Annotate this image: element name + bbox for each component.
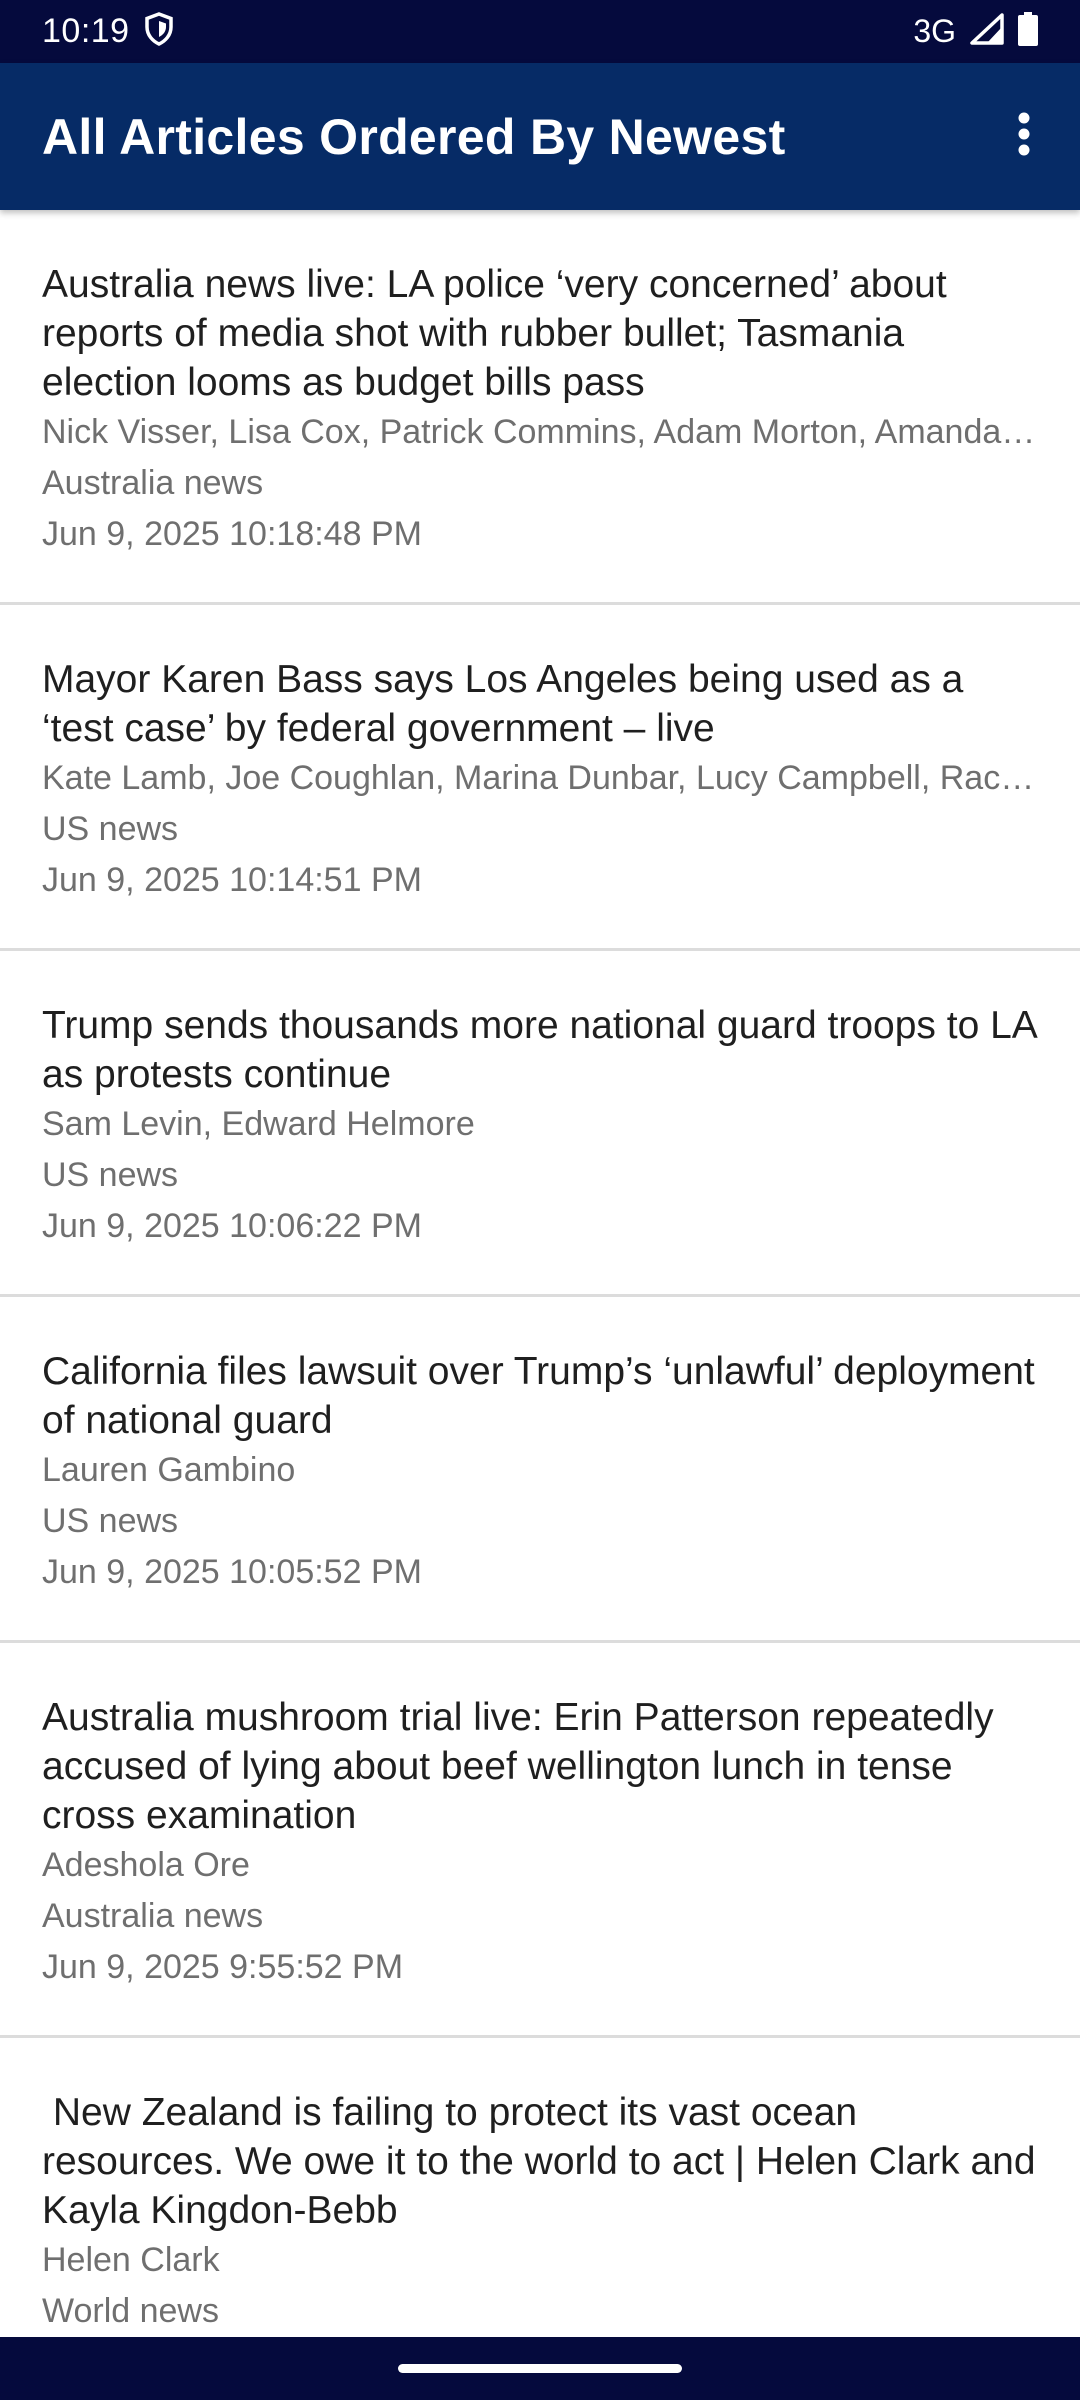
article-title: Trump sends thousands more national guar… (42, 1004, 1036, 1096)
article-date: Jun 9, 2025 9:55:52 PM (42, 1948, 404, 1986)
article-item[interactable]: New Zealand is failing to protect its va… (0, 2038, 1080, 2337)
article-authors: Sam Levin, Edward Helmore (42, 1105, 475, 1143)
article-title: New Zealand is failing to protect its va… (42, 2091, 1047, 2232)
status-bar: 10:19 3G (0, 0, 1080, 63)
home-gesture-handle[interactable] (398, 2364, 682, 2373)
more-vertical-icon (1017, 112, 1031, 161)
article-date: Jun 9, 2025 10:06:22 PM (42, 1207, 422, 1245)
article-item[interactable]: Trump sends thousands more national guar… (0, 951, 1080, 1297)
article-date: Jun 9, 2025 10:14:51 PM (42, 861, 422, 899)
article-title: California files lawsuit over Trump’s ‘u… (42, 1350, 1035, 1442)
article-section: US news (42, 1156, 179, 1194)
article-item[interactable]: Australia mushroom trial live: Erin Patt… (0, 1643, 1080, 2038)
article-section: US news (42, 810, 179, 848)
article-title: Mayor Karen Bass says Los Angeles being … (42, 658, 964, 750)
article-list[interactable]: Australia news live: LA police ‘very con… (0, 210, 1080, 2337)
article-item[interactable]: California files lawsuit over Trump’s ‘u… (0, 1297, 1080, 1643)
battery-icon (1018, 12, 1038, 51)
article-authors: Adeshola Ore (42, 1846, 250, 1884)
article-section: US news (42, 1502, 179, 1540)
app-bar: All Articles Ordered By Newest (0, 63, 1080, 210)
article-authors: Lauren Gambino (42, 1451, 296, 1489)
article-item[interactable]: Mayor Karen Bass says Los Angeles being … (0, 605, 1080, 951)
article-authors: Nick Visser, Lisa Cox, Patrick Commins, … (42, 413, 1038, 451)
navigation-bar (0, 2337, 1080, 2400)
overflow-menu-button[interactable] (992, 89, 1056, 185)
article-authors: Kate Lamb, Joe Coughlan, Marina Dunbar, … (42, 759, 1038, 797)
article-section: Australia news (42, 464, 264, 502)
page-title: All Articles Ordered By Newest (42, 108, 786, 165)
article-authors: Helen Clark (42, 2241, 220, 2279)
article-item[interactable]: Australia news live: LA police ‘very con… (0, 210, 1080, 605)
signal-icon (970, 13, 1004, 50)
network-type: 3G (913, 13, 956, 49)
status-time: 10:19 (42, 12, 130, 50)
article-date: Jun 9, 2025 10:05:52 PM (42, 1553, 422, 1591)
article-title: Australia news live: LA police ‘very con… (42, 263, 947, 404)
article-date: Jun 9, 2025 10:18:48 PM (42, 515, 422, 553)
article-section: World news (42, 2292, 219, 2330)
article-title: Australia mushroom trial live: Erin Patt… (42, 1696, 994, 1837)
shield-icon (144, 12, 174, 51)
article-section: Australia news (42, 1897, 264, 1935)
